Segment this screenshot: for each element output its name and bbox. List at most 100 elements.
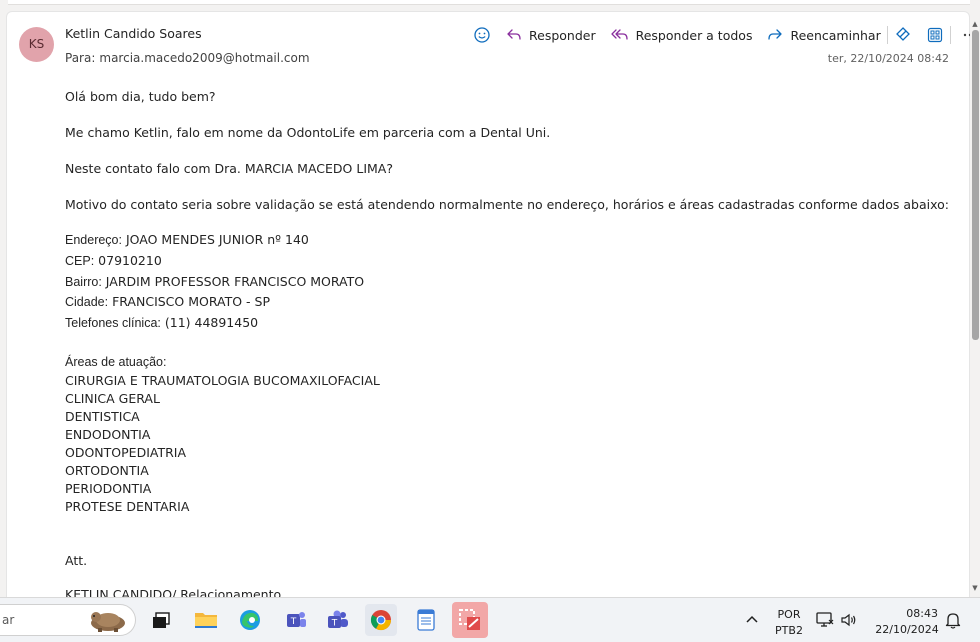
reply-icon	[507, 29, 521, 40]
area-item: ENDODONTIA	[65, 426, 151, 442]
address-label: Endereço:	[65, 233, 122, 247]
areas-title: Áreas de atuação:	[65, 354, 167, 369]
copilot-icon	[895, 27, 910, 41]
cep-value: 07910210	[94, 252, 162, 268]
scroll-up-arrow[interactable]: ▲	[971, 20, 979, 28]
notepad-button[interactable]	[410, 604, 442, 636]
cidade-row: Cidade: FRANCISCO MORATO - SP	[65, 292, 955, 313]
signoff: Att.	[65, 552, 88, 568]
teams-work-button[interactable]: T	[280, 604, 312, 636]
input-language-indicator[interactable]: POR PTB2	[770, 608, 808, 637]
network-icon	[816, 612, 834, 627]
windows-taskbar: ar T T POR PTB2 08:43 22/10/2024	[0, 597, 980, 642]
phone-label: Telefones clínica:	[65, 316, 161, 331]
area-item: ODONTOPEDIATRIA	[65, 444, 187, 460]
recipient-row: Para: marcia.macedo2009@hotmail.com	[65, 51, 310, 65]
sender-avatar[interactable]: KS	[19, 27, 54, 62]
show-hidden-icons-button[interactable]	[736, 604, 768, 636]
action-divider	[886, 26, 888, 44]
copilot-button[interactable]	[894, 26, 912, 44]
address-value: JOAO MENDES JUNIOR nº 140	[121, 232, 309, 247]
notepad-icon	[417, 609, 435, 631]
edge-browser-button[interactable]	[234, 604, 266, 636]
system-clock[interactable]: 08:43 22/10/2024	[866, 607, 948, 636]
speaker-icon	[841, 613, 856, 627]
message-card: KS Ketlin Candido Soares Para: marcia.mac…	[6, 11, 976, 597]
sender-name[interactable]: Ketlin Candido Soares	[65, 26, 202, 41]
chevron-up-icon	[746, 615, 758, 623]
snipping-tool-icon	[459, 609, 480, 630]
previous-message-edge	[8, 0, 970, 5]
cidade-label: Cidade:	[65, 295, 109, 310]
reply-label: Responder	[529, 27, 596, 43]
question-line: Neste contato falo com Dra. MARCIA MACED…	[65, 161, 393, 176]
area-item: PERIODONTIA	[65, 480, 152, 496]
action-divider-2	[949, 26, 951, 44]
area-item: DENTISTICA	[65, 408, 140, 424]
taskbar-search-box[interactable]: ar	[0, 604, 136, 636]
file-explorer-button[interactable]	[190, 604, 222, 636]
edge-icon	[240, 610, 260, 630]
recipient-address[interactable]: marcia.macedo2009@hotmail.com	[99, 51, 309, 65]
smiley-icon	[474, 27, 490, 43]
clock-date: 22/10/2024	[875, 623, 939, 636]
chrome-button[interactable]	[365, 604, 397, 636]
mail-reading-pane: KS Ketlin Candido Soares Para: marcia.mac…	[0, 0, 980, 597]
address-row: Endereço: JOAO MENDES JUNIOR nº 140	[65, 230, 955, 251]
teams-button[interactable]: T	[322, 604, 354, 636]
snipping-tool-button[interactable]	[452, 602, 488, 638]
signature: KETLIN CANDIDO/ Relacionamento	[65, 586, 282, 597]
forward-label: Reencaminhar	[790, 27, 881, 43]
bairro-row: Bairro: JARDIM PROFESSOR FRANCISCO MORAT…	[65, 272, 955, 293]
areas-list: CIRURGIA E TRAUMATOLOGIA BUCOMAXILOFACIA…	[65, 372, 955, 516]
phone-row: Telefones clínica: (11) 44891450	[65, 313, 955, 334]
area-item: CIRURGIA E TRAUMATOLOGIA BUCOMAXILOFACIA…	[65, 372, 380, 388]
greeting-line: Olá bom dia, tudo bem?	[65, 89, 216, 104]
reply-all-label: Responder a todos	[635, 27, 753, 43]
message-actions: Responder Responder a todos Reencaminhar	[473, 25, 979, 45]
volume-button[interactable]	[836, 604, 862, 636]
message-date: ter, 22/10/2024 08:42	[827, 52, 949, 65]
folder-icon	[195, 613, 217, 628]
search-text: ar	[2, 613, 15, 627]
area-item: PROTESE DENTARIA	[65, 498, 190, 514]
reply-all-icon	[610, 29, 628, 40]
scrollbar-thumb[interactable]	[972, 30, 979, 340]
reply-button[interactable]: Responder	[505, 26, 596, 44]
task-view-button[interactable]	[145, 604, 177, 636]
teams-classic-icon: T	[328, 610, 348, 629]
svg-text:T: T	[290, 617, 297, 627]
search-highlight-icon	[91, 612, 125, 632]
forward-icon	[768, 29, 783, 40]
clock-time: 08:43	[906, 607, 938, 620]
apps-button[interactable]	[926, 26, 944, 44]
to-label: Para:	[65, 51, 96, 65]
reply-all-button[interactable]: Responder a todos	[610, 26, 753, 44]
intro-line: Me chamo Ketlin, falo em nome da OdontoL…	[65, 125, 551, 140]
forward-button[interactable]: Reencaminhar	[766, 26, 881, 44]
area-item: CLINICA GERAL	[65, 390, 160, 406]
bell-icon	[945, 613, 961, 629]
cep-row: CEP: 07910210	[65, 251, 955, 272]
network-button[interactable]	[812, 604, 838, 636]
notifications-button[interactable]	[940, 604, 966, 636]
svg-text:T: T	[331, 619, 338, 629]
task-view-icon	[153, 612, 170, 628]
apps-grid-icon	[927, 27, 942, 43]
emoji-reaction-button[interactable]	[473, 26, 491, 44]
vertical-scrollbar[interactable]: ▲ ▼	[970, 0, 980, 597]
language-code: POR	[777, 608, 801, 621]
phone-value: (11) 44891450	[160, 315, 259, 331]
keyboard-layout: PTB2	[775, 624, 803, 637]
chrome-icon	[370, 610, 392, 631]
cidade-value: FRANCISCO MORATO - SP	[108, 294, 271, 310]
clinic-info: Endereço: JOAO MENDES JUNIOR nº 140 CEP:…	[65, 230, 955, 334]
message-body: Olá bom dia, tudo bem? Me chamo Ketlin, …	[65, 88, 955, 597]
bairro-label: Bairro:	[65, 274, 102, 289]
cep-label: CEP:	[65, 253, 95, 268]
bairro-value: JARDIM PROFESSOR FRANCISCO MORATO	[101, 273, 365, 289]
area-item: ORTODONTIA	[65, 462, 149, 478]
teams-icon: T	[287, 612, 306, 627]
scroll-down-arrow[interactable]: ▼	[971, 584, 979, 592]
motive-line: Motivo do contato seria sobre validação …	[65, 197, 949, 212]
